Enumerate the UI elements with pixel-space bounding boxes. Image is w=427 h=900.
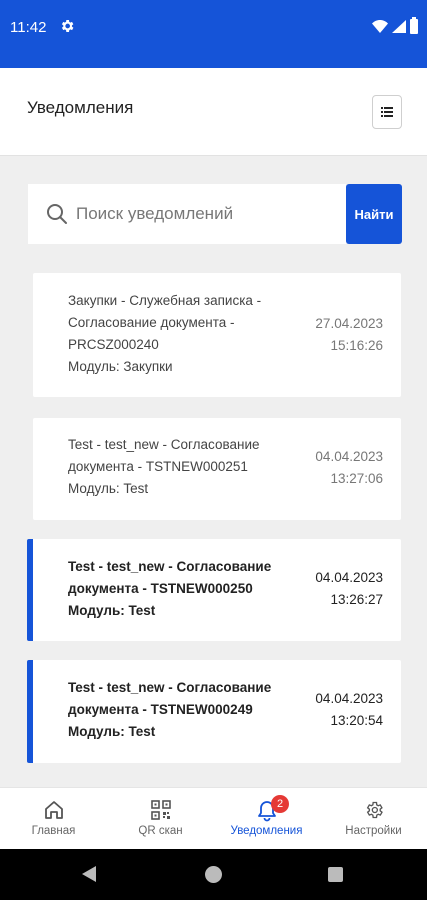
notification-card-unread[interactable]: Test - test_new - Согласование документа… — [27, 539, 401, 641]
home-icon — [44, 801, 63, 819]
notification-line: Согласование документа - — [68, 315, 235, 330]
system-navigation-bar — [0, 849, 427, 900]
notification-datetime: 04.04.2023 13:27:06 — [293, 446, 383, 490]
nav-home[interactable]: Главная — [0, 788, 107, 850]
search-icon — [47, 204, 67, 224]
notification-card[interactable]: Test - test_new - Согласование документа… — [33, 418, 401, 520]
status-time: 11:42 — [10, 19, 47, 36]
notification-datetime: 04.04.2023 13:26:27 — [293, 567, 383, 611]
gear-icon — [366, 801, 383, 819]
battery-icon — [410, 17, 418, 34]
notification-line: Test - test_new - Согласование — [68, 559, 272, 574]
nav-notifications-label: Уведомления — [230, 825, 303, 837]
notification-time: 13:27:06 — [330, 471, 383, 486]
home-button-icon[interactable] — [205, 866, 222, 883]
notification-line: Закупки - Служебная записка - — [68, 293, 262, 308]
nav-qr-label: QR скан — [138, 825, 183, 837]
nav-settings-label: Настройки — [345, 825, 402, 837]
notification-line: Test - test_new - Согласование — [68, 680, 272, 695]
page-title: Уведомления — [27, 98, 134, 117]
notification-line: PRCSZ000240 — [68, 337, 159, 352]
notification-line: Модуль: Закупки — [68, 359, 173, 374]
notification-text: Test - test_new - Согласование документа… — [68, 556, 293, 622]
search-bar: Найти — [28, 184, 402, 244]
recent-apps-icon[interactable] — [328, 867, 343, 882]
back-icon[interactable] — [82, 866, 96, 882]
notification-text: Закупки - Служебная записка - Согласован… — [68, 290, 293, 378]
notification-date: 27.04.2023 — [315, 316, 383, 331]
search-field — [28, 184, 346, 244]
notification-date: 04.04.2023 — [315, 570, 383, 585]
notification-date: 04.04.2023 — [315, 449, 383, 464]
status-bar: 11:42 — [0, 0, 427, 68]
search-input[interactable] — [76, 184, 341, 244]
notification-date: 04.04.2023 — [315, 691, 383, 706]
notification-count-badge: 2 — [271, 795, 289, 813]
nav-settings[interactable]: Настройки — [320, 788, 427, 850]
notification-time: 15:16:26 — [330, 338, 383, 353]
notification-line: Test - test_new - Согласование — [68, 437, 260, 452]
notification-text: Test - test_new - Согласование документа… — [68, 677, 293, 743]
notification-time: 13:20:54 — [330, 713, 383, 728]
nav-qr-scan[interactable]: QR скан — [107, 788, 214, 850]
notification-card[interactable]: Закупки - Служебная записка - Согласован… — [33, 273, 401, 397]
notification-line: Модуль: Test — [68, 724, 156, 739]
wifi-icon — [372, 20, 388, 33]
notification-time: 13:26:27 — [330, 592, 383, 607]
app-bar: Уведомления — [0, 68, 427, 156]
notification-line: Модуль: Test — [68, 481, 149, 496]
notification-line: Модуль: Test — [68, 603, 156, 618]
list-icon — [381, 107, 393, 117]
settings-gear-icon — [61, 20, 74, 32]
notification-line: документа - TSTNEW000250 — [68, 581, 253, 596]
notification-datetime: 27.04.2023 15:16:26 — [293, 313, 383, 357]
notification-line: документа - TSTNEW000251 — [68, 459, 248, 474]
bottom-navigation: Главная QR скан 2 Уведомления Настройки — [0, 787, 427, 849]
nav-notifications[interactable]: 2 Уведомления — [213, 788, 320, 850]
signal-icon — [392, 20, 406, 33]
notification-line: документа - TSTNEW000249 — [68, 702, 253, 717]
nav-home-label: Главная — [31, 825, 76, 837]
qr-icon — [150, 800, 171, 820]
search-button[interactable]: Найти — [346, 184, 402, 244]
notification-card-unread[interactable]: Test - test_new - Согласование документа… — [27, 660, 401, 763]
list-menu-button[interactable] — [372, 95, 402, 129]
notification-datetime: 04.04.2023 13:20:54 — [293, 688, 383, 732]
notification-text: Test - test_new - Согласование документа… — [68, 434, 293, 500]
